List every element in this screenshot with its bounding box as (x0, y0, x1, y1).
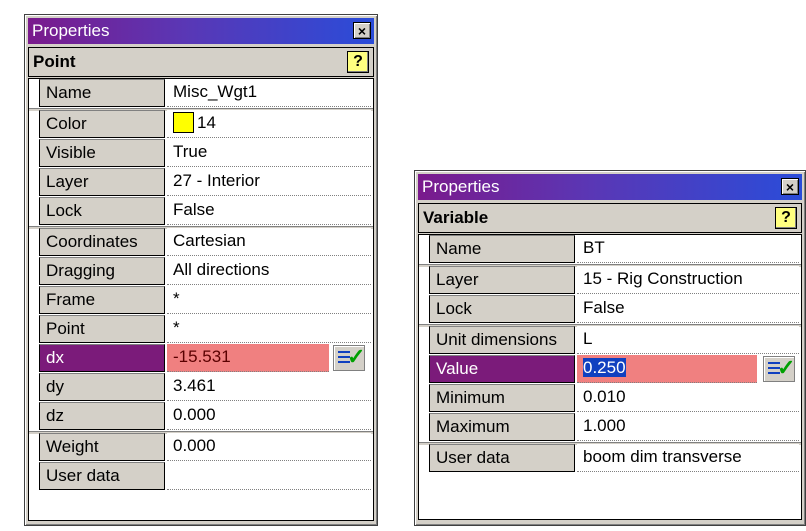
property-value[interactable]: * (167, 286, 371, 314)
property-label: Dragging (39, 257, 165, 285)
checkmark-icon: ✓ (347, 344, 366, 369)
property-label: Visible (39, 139, 165, 167)
checkmark-icon: ✓ (777, 355, 796, 380)
property-row-layer[interactable]: Layer 27 - Interior (29, 168, 373, 198)
property-label: dy (39, 373, 165, 401)
property-row-user-data[interactable]: User data (29, 462, 373, 492)
close-button[interactable]: × (781, 178, 799, 195)
properties-window-point: Properties × Point ? Name Misc_Wgt1 Colo… (24, 14, 378, 526)
section-header: Variable ? (418, 203, 802, 233)
property-value[interactable]: BT (577, 235, 799, 263)
color-swatch-icon (173, 111, 194, 133)
property-label: Weight (39, 433, 165, 461)
title-bar[interactable]: Properties × (418, 174, 802, 200)
property-label: Layer (39, 168, 165, 196)
property-label: Point (39, 315, 165, 343)
property-value[interactable]: Misc_Wgt1 (167, 79, 371, 107)
property-grid: Name BT Layer 15 - Rig Construction Lock… (418, 234, 802, 520)
property-label: Coordinates (39, 228, 165, 256)
property-label: User data (39, 462, 165, 490)
property-row-lock[interactable]: Lock False (419, 295, 801, 325)
property-label: Value (429, 355, 575, 383)
property-value[interactable]: All directions (167, 257, 371, 285)
section-title: Variable (423, 208, 489, 227)
property-row-dy[interactable]: dy 3.461 (29, 373, 373, 403)
property-row-unit-dimensions[interactable]: Unit dimensions L (419, 326, 801, 356)
property-row-coordinates[interactable]: Coordinates Cartesian (29, 228, 373, 258)
property-label: Lock (39, 197, 165, 225)
title-bar[interactable]: Properties × (28, 18, 374, 44)
apply-button[interactable]: ✓ (333, 344, 366, 371)
dx-input[interactable]: -15.531 (167, 344, 329, 372)
property-label: Minimum (429, 384, 575, 412)
property-label: Maximum (429, 413, 575, 441)
help-button[interactable]: ? (775, 207, 797, 229)
property-label: Name (429, 235, 575, 263)
property-label: Layer (429, 266, 575, 294)
property-row-lock[interactable]: Lock False (29, 197, 373, 227)
property-value[interactable]: 3.461 (167, 373, 371, 401)
property-row-layer[interactable]: Layer 15 - Rig Construction (419, 266, 801, 296)
section-header: Point ? (28, 47, 374, 77)
property-value[interactable]: True (167, 139, 371, 167)
property-value[interactable]: boom dim transverse (577, 444, 799, 472)
property-value[interactable]: * (167, 315, 371, 343)
color-value: 14 (197, 113, 216, 132)
property-value[interactable]: 0.000 (167, 433, 371, 461)
property-value[interactable]: False (167, 197, 371, 225)
window-title: Properties (422, 177, 500, 196)
property-value[interactable]: 1.000 (577, 413, 799, 441)
apply-button[interactable]: ✓ (763, 355, 796, 382)
property-row-name[interactable]: Name Misc_Wgt1 (29, 79, 373, 109)
property-value[interactable]: Cartesian (167, 228, 371, 256)
properties-window-variable: Properties × Variable ? Name BT Layer 15… (414, 170, 806, 526)
property-value[interactable]: 14 (167, 110, 371, 138)
property-label: Name (39, 79, 165, 107)
property-value[interactable]: 27 - Interior (167, 168, 371, 196)
property-row-maximum[interactable]: Maximum 1.000 (419, 413, 801, 443)
property-label: Unit dimensions (429, 326, 575, 354)
property-label: dz (39, 402, 165, 430)
property-label: User data (429, 444, 575, 472)
property-grid: Name Misc_Wgt1 Color 14 Visible True Lay… (28, 78, 374, 521)
property-row-dz[interactable]: dz 0.000 (29, 402, 373, 432)
value-input[interactable]: 0.250 (577, 355, 757, 383)
window-title: Properties (32, 21, 110, 40)
property-row-user-data[interactable]: User data boom dim transverse (419, 444, 801, 474)
property-row-dragging[interactable]: Dragging All directions (29, 257, 373, 287)
section-title: Point (33, 52, 76, 71)
property-row-visible[interactable]: Visible True (29, 139, 373, 169)
close-button[interactable]: × (353, 22, 371, 39)
property-value[interactable]: False (577, 295, 799, 323)
property-value[interactable] (167, 462, 371, 490)
property-label: dx (39, 344, 165, 372)
property-value[interactable]: 0.010 (577, 384, 799, 412)
property-label: Color (39, 110, 165, 138)
property-label: Lock (429, 295, 575, 323)
property-row-name[interactable]: Name BT (419, 235, 801, 265)
property-row-dx[interactable]: dx -15.531 ✓ (29, 344, 373, 374)
property-row-color[interactable]: Color 14 (29, 110, 373, 140)
help-button[interactable]: ? (347, 51, 369, 73)
property-value[interactable]: L (577, 326, 799, 354)
property-row-minimum[interactable]: Minimum 0.010 (419, 384, 801, 414)
property-row-weight[interactable]: Weight 0.000 (29, 433, 373, 463)
selected-text: 0.250 (583, 358, 626, 377)
property-value[interactable]: 15 - Rig Construction (577, 266, 799, 294)
property-row-point[interactable]: Point * (29, 315, 373, 345)
property-value[interactable]: 0.000 (167, 402, 371, 430)
property-label: Frame (39, 286, 165, 314)
property-row-value[interactable]: Value 0.250 ✓ (419, 355, 801, 385)
property-row-frame[interactable]: Frame * (29, 286, 373, 316)
